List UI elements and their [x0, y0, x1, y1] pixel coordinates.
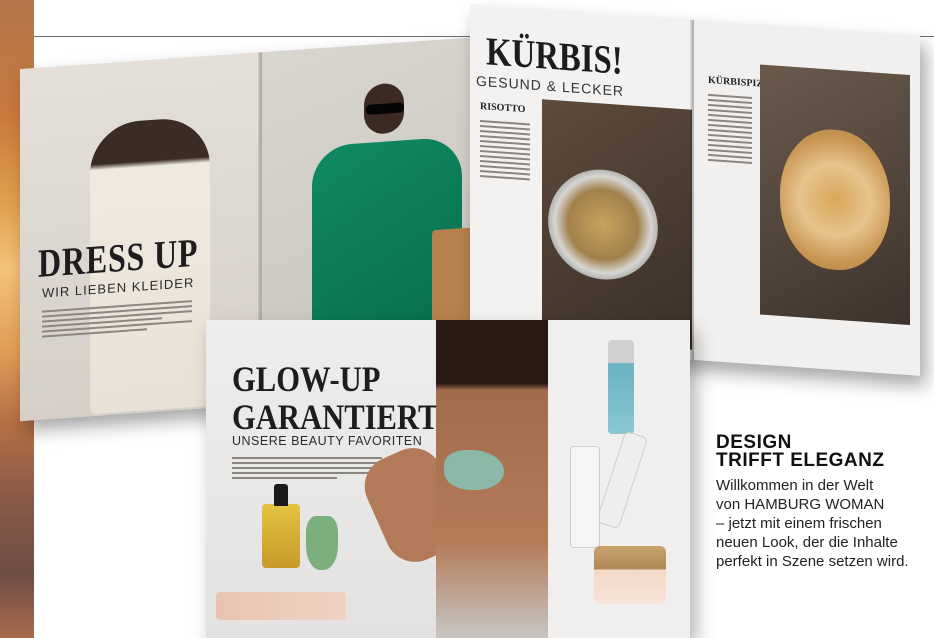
promo-body-line-3: – jetzt mit einem frischen — [716, 515, 882, 532]
promo-body: Willkommen in der Welt von HAMBURG WOMAN… — [716, 476, 930, 571]
promo-body-line-5: perfekt in Szene setzen wird. — [716, 553, 909, 570]
recipe-text-block — [480, 117, 530, 183]
pizza-food-photo — [760, 64, 910, 326]
page-glow-up-left: GLOW-UP GARANTIERT UNSERE BEAUTY FAVORIT… — [206, 320, 446, 638]
retinol-bottle-product — [570, 446, 600, 548]
cream-tube-product — [216, 592, 346, 620]
title-line-1: GLOW-UP — [232, 359, 381, 399]
pumpkin-pizza — [780, 125, 890, 274]
promo-headline-line-2: TRIFFT ELEGANZ — [716, 450, 885, 471]
serum-bottle-product — [262, 484, 300, 568]
promo-body-line-1: Willkommen in der Welt — [716, 477, 874, 494]
magazine-spread-glow-up: GLOW-UP GARANTIERT UNSERE BEAUTY FAVORIT… — [206, 320, 690, 638]
dropper-serum-product — [608, 340, 634, 434]
title-line-2: GARANTIERT — [232, 397, 439, 437]
risotto-plate — [548, 165, 658, 284]
risotto-food-photo — [542, 99, 692, 350]
spread-title-glow-up: GLOW-UP GARANTIERT — [232, 360, 438, 436]
intro-text-block — [232, 454, 382, 482]
promo-headline: DESIGN TRIFFT ELEGANZ — [716, 433, 930, 471]
recipe-text-block — [708, 91, 752, 167]
gua-sha-stone-product — [306, 516, 338, 570]
promo-body-line-4: neuen Look, der die Inhalte — [716, 534, 898, 551]
jade-gua-sha-photo — [444, 450, 504, 490]
face-cream-jar-product — [594, 546, 666, 604]
page-kuerbis-right: KÜRBISPIZZA — [694, 19, 920, 376]
spread-subtitle-glow-up: UNSERE BEAUTY FAVORITEN — [232, 434, 423, 448]
promo-body-line-2: von HAMBURG WOMAN — [716, 496, 885, 513]
page-kuerbis-left: KÜRBIS! GESUND & LECKER RISOTTO — [470, 4, 692, 360]
recipe-title-risotto: RISOTTO — [480, 100, 526, 116]
promo-text-block: DESIGN TRIFFT ELEGANZ Willkommen in der … — [716, 433, 930, 571]
